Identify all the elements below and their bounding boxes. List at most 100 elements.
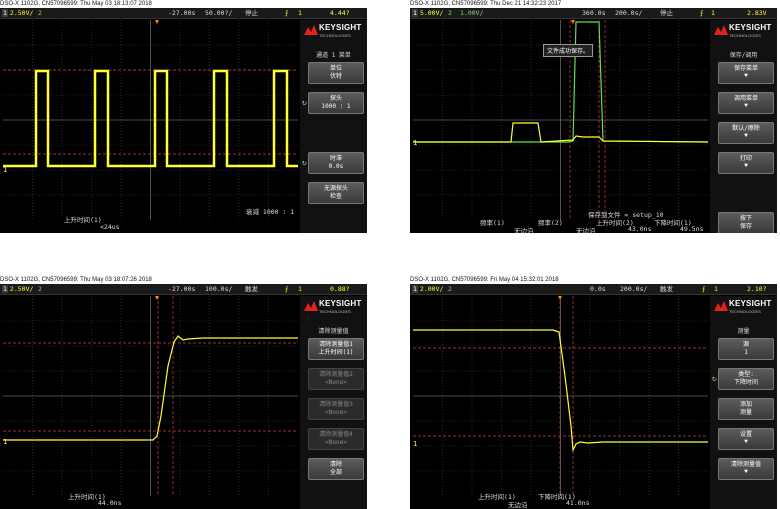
softkey-press-save[interactable]: 按下 保存 [718,212,774,233]
scope-panel-3: DSO-X 1102G, CN57096599: Thu May 03 18:0… [0,276,367,509]
meas-label: 上升时间(1) [64,216,102,224]
measurement-bar: 上升时间(1) 44.0ns [0,489,300,509]
trigger-level: 2.10? [747,285,767,293]
menu-title: 清除测量值 [318,328,349,335]
time-delay[interactable]: -27.00s [168,284,195,295]
attenuation-readout: 衰减 1000 : 1 [246,208,295,216]
timebase[interactable]: 50.00?/ [205,8,232,19]
softkey-source[interactable]: 源1 [718,338,774,360]
keysight-wave-icon [304,25,318,35]
scope-panel-1: DSO-X 1102G, CN57096599: Thu May 03 18:1… [0,0,367,233]
softkey-menu: KEYSIGHT TECHNOLOGIES 通道 1 菜单 单位 伏特 ↻ 探头 100… [300,20,367,233]
chevron-down-icon: ⯆ [743,468,749,476]
softkey-add-measurement[interactable]: 添加 测量 [718,398,774,420]
ch2-indicator[interactable]: 2 [38,8,42,19]
ch2-indicator[interactable]: 2 [448,8,452,19]
timebase[interactable]: 200.0s/ [620,284,647,295]
menu-title: 通道 1 菜单 [316,52,351,59]
softkey-print[interactable]: 打印 ⯆ [718,152,774,174]
trigger-position-marker [558,296,562,300]
trigger-icon: ⨍ [702,285,706,293]
waveform-display: 1 [3,20,298,220]
scope-screen: 1 5.00V/ 2 1.00V/ 360.0s 200.0s/ 停止 ⨍ 1 2… [410,8,777,233]
status-bar: 1 5.00V/ 2 1.00V/ 360.0s 200.0s/ 停止 ⨍ 1 2… [410,8,777,19]
softkey-settings[interactable]: 设置 ⯆ [718,428,774,450]
status-bar: 1 2.00V/ 2 0.0s 200.0s/ 触发 ⨍ 1 2.10? [410,284,777,295]
trigger-icon: ⨍ [285,9,289,17]
waveform-grid: 1 文件成功保存。 [413,20,708,220]
scope-panel-2: DSO-X 1102G, CN57096599: Thu Dec 21 14:3… [410,0,777,233]
keysight-logo: KEYSIGHT TECHNOLOGIES [304,298,366,320]
trigger-level: 4.44? [330,9,350,17]
softkey-save-menu[interactable]: 保存菜单 ⯆ [718,62,774,84]
softkey-probe[interactable]: ↻ 探头 1000 : 1 [302,92,364,114]
trigger-icon: ⨍ [285,285,289,293]
screenshot-caption: DSO-X 1102G, CN57096599: Thu May 03 18:0… [0,277,152,283]
ch2-indicator[interactable]: 2 [448,284,452,295]
time-delay[interactable]: 0.0s [590,284,606,295]
screenshot-caption: DSO-X 1102G, CN57096599: Thu Dec 21 14:3… [410,1,562,7]
menu-title: 测量 [737,328,750,335]
ch1-scale[interactable]: 1 2.00V/ [412,284,443,295]
meas-value-3: 无边沿 [576,227,596,233]
meas-value-5: 49.5ns [680,225,704,233]
ch2-indicator[interactable]: 2 [38,284,42,295]
chevron-down-icon: ⯆ [743,132,749,140]
waveform-grid: 1 [3,296,298,496]
ch1-scale[interactable]: 1 2.50V/ [2,284,33,295]
keysight-logo: KEYSIGHT TECHNOLOGIES [714,298,776,320]
ch1-scale[interactable]: 1 5.00V/ [412,8,443,19]
keysight-logo: KEYSIGHT TECHNOLOGIES [304,22,366,44]
run-mode: 触发 [660,285,673,293]
meas-value-2: 41.0ns [566,499,590,507]
time-delay[interactable]: 360.0s [582,8,605,19]
softkey-type[interactable]: ↻ 类型: 下降时间 [712,368,774,390]
keysight-logo: KEYSIGHT TECHNOLOGIES [714,22,776,44]
run-mode: 停止 [660,9,673,17]
status-bar: 1 2.50V/ 2 -27.00s 100.0s/ 触发 ⨍ 1 0.88? [0,284,367,295]
chevron-down-icon: ⯆ [743,102,749,110]
scope-screen: 12.50V/ 2 -27.00s 100.0s/ 触发 ⨍ 1 0.88? [0,284,367,509]
waveform-grid: 1 [3,20,298,220]
timebase[interactable]: 200.0s/ [615,8,642,19]
trigger-level: 0.88? [330,285,350,293]
rotate-knob-icon: ↻ [302,98,307,107]
softkey-units[interactable]: 单位 伏特 [308,62,364,84]
trigger-level: 2.83V [747,9,767,17]
save-success-message: 文件成功保存。 [543,44,594,57]
softkey-clear-meas-4[interactable]: 清除测量值4 <None> [308,428,364,450]
softkey-clear-meas-1[interactable]: 清除测量值1 上升时间(1) [308,338,364,360]
trigger-channel: 1 [298,9,302,17]
softkey-clear-measurement[interactable]: 清除测量值 ⯆ [718,458,774,480]
trigger-position-marker [571,20,575,24]
softkey-clear-meas-2[interactable]: 清除测量值2 <None> [308,368,364,390]
softkey-clear-all[interactable]: 清除 全部 [308,458,364,480]
measurement-bar: 上升时间(1) 无边沿 下降时间(1) 41.0ns [410,489,710,509]
keysight-wave-icon [304,301,318,311]
meas-value-1: 无边沿 [508,501,528,509]
rotate-knob-icon: ↻ [302,158,307,167]
softkey-clear-meas-3[interactable]: 清除测量值3 <None> [308,398,364,420]
keysight-wave-icon [714,25,728,35]
ch1-scale[interactable]: 1 2.50V/ [2,8,33,19]
ch2-scale[interactable]: 1.00V/ [460,8,483,19]
time-delay[interactable]: -27.00s [168,8,195,19]
ch1-ground-marker: 1 [413,440,417,448]
chevron-down-icon: ⯆ [743,438,749,446]
softkey-passive-probe[interactable]: 无源探头 检查 [308,182,364,204]
meas-value-4: 43.0ns [628,225,652,233]
measurement-bar: 保存到文件 = setup_10 频率(1) 频率(2) 无边沿 上升时间(2)… [410,211,710,233]
ch1-ground-marker: 1 [3,166,7,174]
timebase[interactable]: 100.0s/ [205,284,232,295]
trigger-position-marker [155,20,159,24]
trigger-channel: 1 [714,285,718,293]
softkey-default-erase[interactable]: 默认/擦除 ⯆ [718,122,774,144]
softkey-recall-menu[interactable]: 调用菜单 ⯆ [718,92,774,114]
softkey-skew[interactable]: ↻ 时滞 0.0s [302,152,364,174]
meas-value-2: 无边沿 [514,227,534,233]
trigger-position-marker [155,296,159,300]
screenshot-caption: DSO-X 1102G, CN57096599: Thu May 03 18:1… [0,1,152,7]
ch1-ground-marker: 1 [3,438,7,446]
chevron-down-icon: ⯆ [743,72,749,80]
softkey-menu: KEYSIGHT TECHNOLOGIES 清除测量值 清除测量值1 上升时间(1)… [300,296,367,509]
